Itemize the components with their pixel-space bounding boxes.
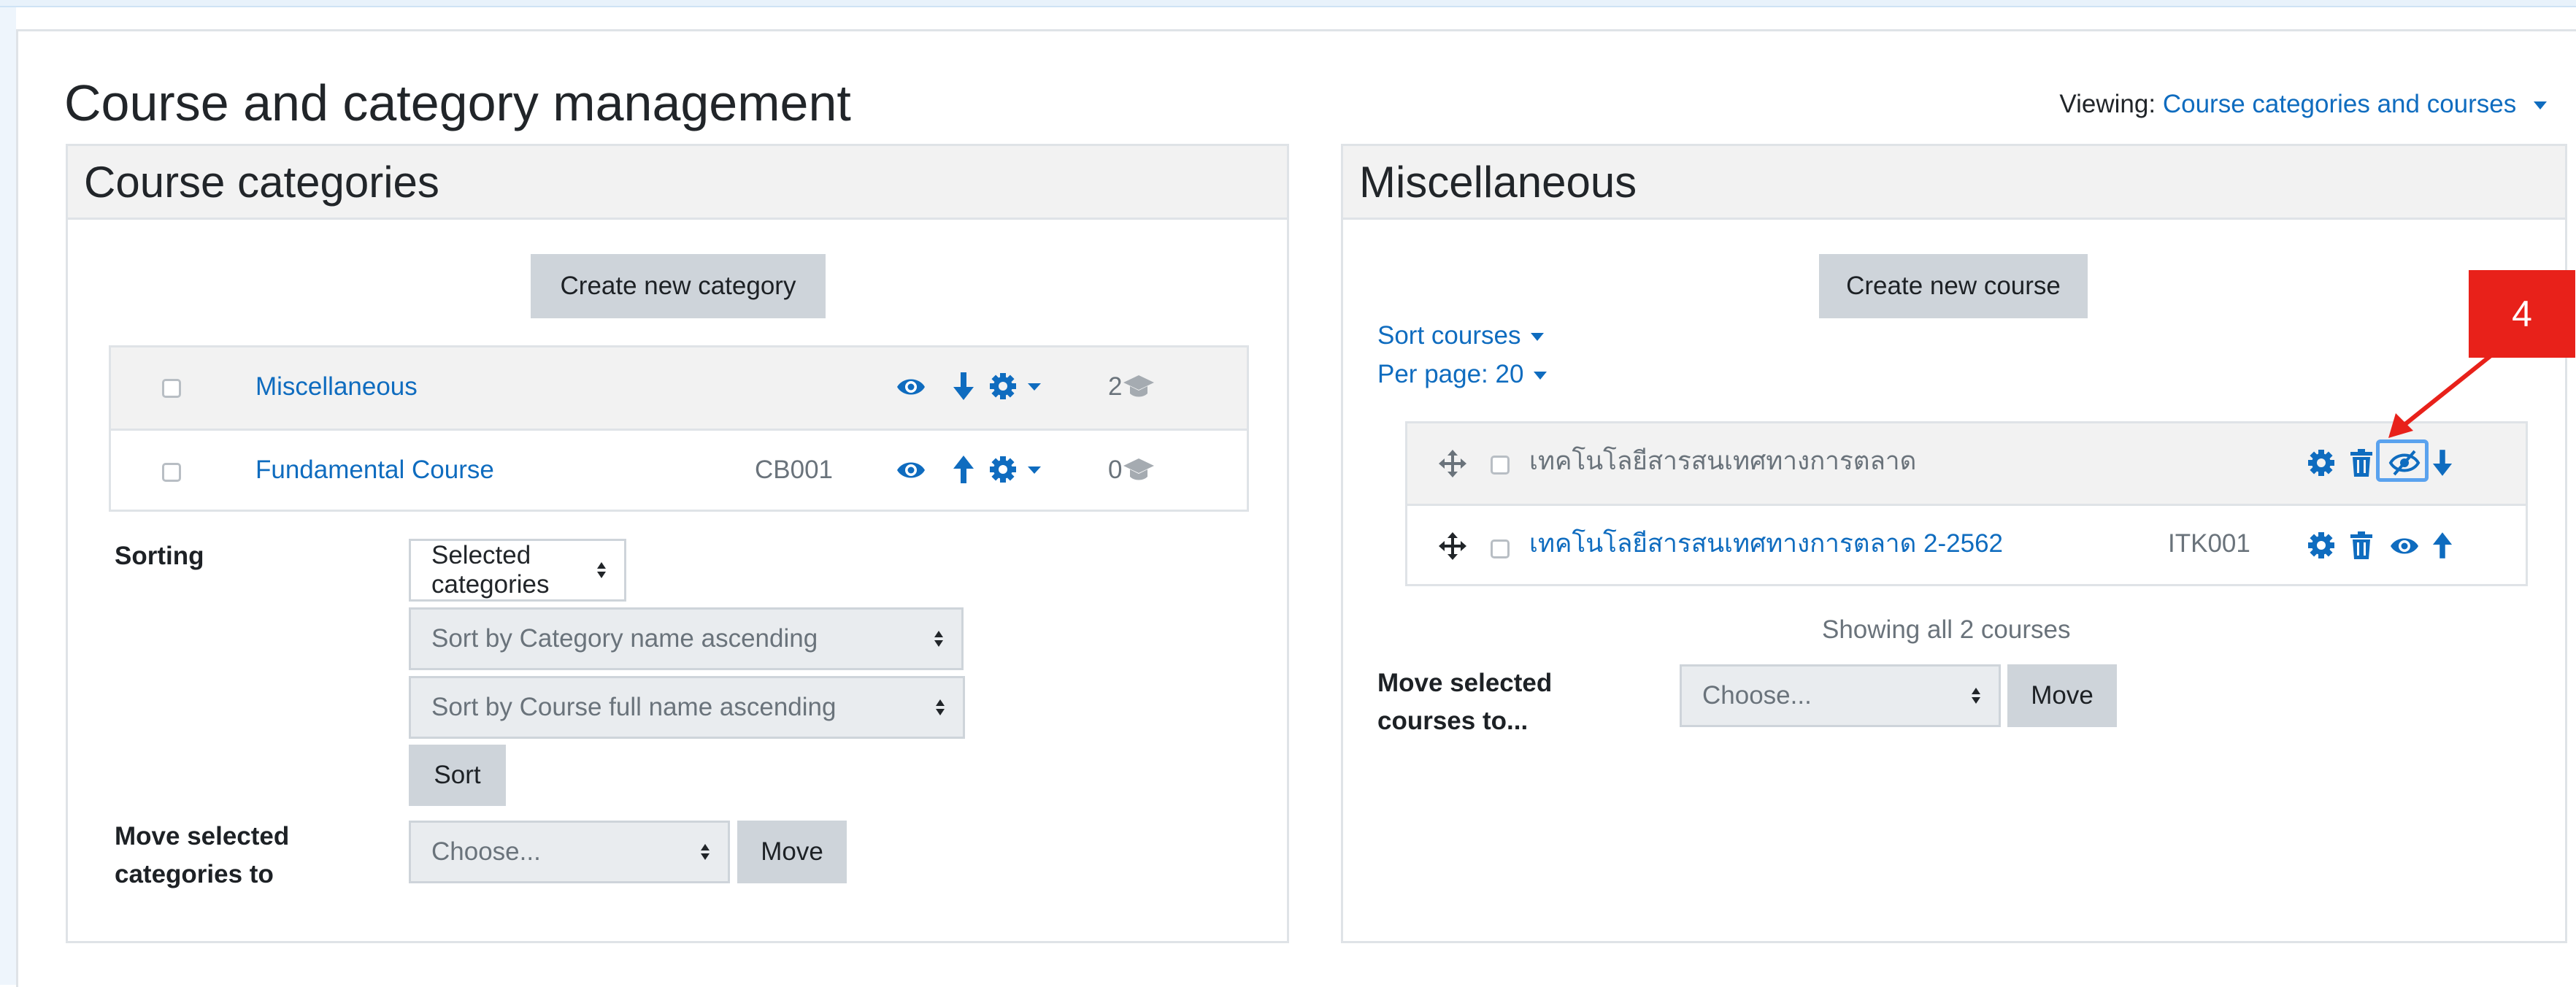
eye-icon[interactable] [2389,534,2420,558]
move-categories-value: Choose... [431,837,541,866]
updown-icon [934,631,943,647]
graduation-cap-icon [1123,375,1154,397]
create-category-button[interactable]: Create new category [531,254,826,318]
gear-icon[interactable] [2307,449,2335,477]
sort-categories-value: Sort by Category name ascending [431,624,818,653]
course-name[interactable]: เทคโนโลยีสารสนเทศทางการตลาด [1529,444,1916,479]
course-row[interactable]: เทคโนโลยีสารสนเทศทางการตลาด 2-2562 ITK00… [1407,504,2526,584]
viewing-selector[interactable]: Viewing: Course categories and courses [2059,86,2547,123]
updown-icon [1972,688,1980,704]
viewing-label: Viewing: [2059,90,2156,118]
per-page-menu[interactable]: Per page: 20 [1377,357,1547,392]
updown-icon [597,562,606,578]
category-checkbox[interactable] [162,463,181,482]
move-categories-select[interactable]: Choose... [409,821,730,883]
category-name[interactable]: Fundamental Course [255,453,494,488]
move-handle-icon[interactable] [1438,531,1467,561]
caret-down-icon[interactable] [1027,466,1042,475]
annotation-arrow [2388,352,2494,438]
caret-down-icon[interactable] [1534,372,1547,380]
courses-panel-header: Miscellaneous [1343,146,2565,220]
sort-scope-value: Selected categories [431,541,550,599]
browser-top-strip [0,0,2576,7]
arrow-up-icon[interactable] [952,454,975,485]
arrow-down-icon[interactable] [952,371,975,402]
categories-panel-header: Course categories [68,146,1287,220]
trash-icon[interactable] [2349,448,2374,477]
caret-down-icon[interactable] [2534,101,2547,110]
per-page-label[interactable]: Per page: 20 [1377,360,1523,388]
updown-icon [701,844,710,860]
course-checkbox[interactable] [1491,456,1510,475]
showing-courses-text: Showing all 2 courses [1822,615,2071,644]
move-categories-label-line2: categories to [115,860,274,888]
sort-scope-select[interactable]: Selected categories [409,539,626,602]
category-row[interactable]: Miscellaneous 2 [111,347,1247,429]
sort-button[interactable]: Sort [409,745,506,806]
arrow-down-icon[interactable] [2431,448,2453,478]
gear-icon[interactable] [989,372,1017,400]
move-courses-label-line2: courses to... [1377,707,1529,735]
updown-icon [936,699,945,715]
trash-icon[interactable] [2349,531,2374,560]
category-course-count: 2 [1108,372,1123,401]
category-row[interactable]: Fundamental Course CB001 0 [111,429,1247,510]
category-name[interactable]: Miscellaneous [255,369,418,404]
sort-courses-select[interactable]: Sort by Course full name ascending [409,676,965,739]
viewing-value[interactable]: Course categories and courses [2163,90,2516,118]
sort-courses-menu[interactable]: Sort courses [1377,318,1545,353]
course-name[interactable]: เทคโนโลยีสารสนเทศทางการตลาด 2-2562 [1529,526,2003,561]
move-courses-select[interactable]: Choose... [1680,664,2001,727]
create-course-button[interactable]: Create new course [1819,254,2088,318]
courses-panel: Miscellaneous Create new course Sort cou… [1341,144,2567,943]
move-handle-icon[interactable] [1438,449,1467,478]
caret-down-icon[interactable] [1531,333,1545,342]
left-drawer-edge [0,7,16,985]
highlight-box [2376,439,2429,482]
course-checkbox[interactable] [1491,539,1510,558]
gear-icon[interactable] [2307,531,2335,559]
graduation-cap-icon [1123,458,1154,480]
category-checkbox[interactable] [162,379,181,398]
category-idnumber: CB001 [755,456,834,484]
move-categories-label-line1: Move selected [115,822,290,850]
annotation-step-badge: 4 [2469,270,2575,358]
caret-down-icon[interactable] [1027,383,1042,391]
move-courses-label-line1: Move selected [1377,669,1553,697]
arrow-up-icon[interactable] [2431,530,2453,561]
eye-icon[interactable] [896,375,926,399]
move-courses-button[interactable]: Move [2007,664,2117,727]
gear-icon[interactable] [989,456,1017,483]
categories-list: Miscellaneous 2 Fundamental Course CB001… [109,345,1249,512]
sort-courses-value: Sort by Course full name ascending [431,693,837,721]
categories-panel-title: Course categories [84,158,439,207]
courses-panel-title: Miscellaneous [1359,158,1637,207]
category-course-count: 0 [1108,456,1123,484]
sort-courses-label[interactable]: Sort courses [1377,321,1520,350]
course-idnumber: ITK001 [2168,529,2250,558]
page-title: Course and category management [64,74,851,131]
categories-panel: Course categories Create new category Mi… [66,144,1289,943]
sorting-label: Sorting [115,542,204,570]
move-courses-value: Choose... [1702,681,1812,710]
eye-icon[interactable] [896,458,926,483]
move-categories-button[interactable]: Move [737,821,847,883]
courses-list: เทคโนโลยีสารสนเทศทางการตลาด เทคโนโลยีสาร… [1405,421,2528,586]
course-row[interactable]: เทคโนโลยีสารสนเทศทางการตลาด [1407,423,2526,504]
sort-categories-select[interactable]: Sort by Category name ascending [409,607,964,670]
